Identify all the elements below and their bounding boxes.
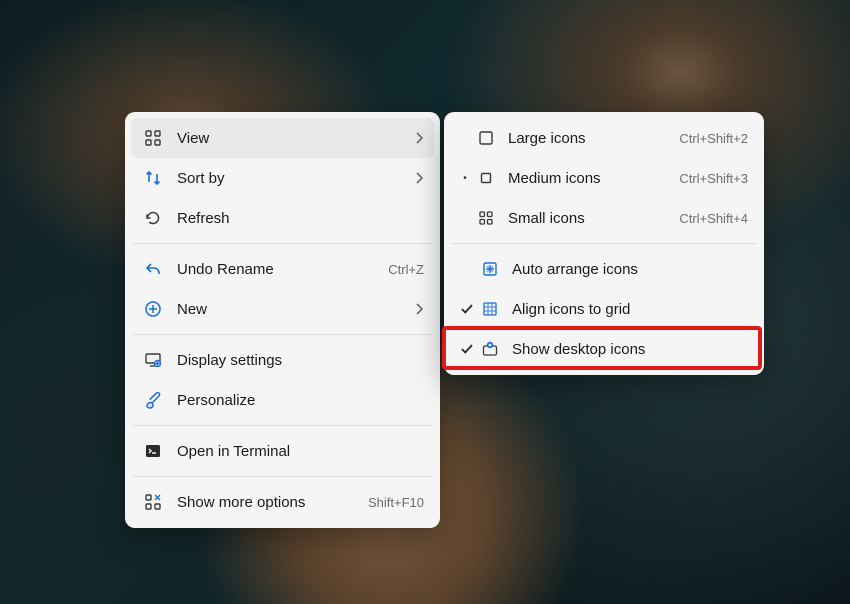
menu-separator xyxy=(133,425,432,426)
new-plus-icon xyxy=(143,299,163,319)
menu-item-label: Show desktop icons xyxy=(512,341,748,358)
menu-item-new[interactable]: New xyxy=(131,289,434,329)
menu-item-personalize[interactable]: Personalize xyxy=(131,380,434,420)
menu-item-label: Undo Rename xyxy=(177,261,378,278)
menu-separator xyxy=(133,243,432,244)
menu-item-label: Show more options xyxy=(177,494,358,511)
menu-item-shortcut: Ctrl+Shift+2 xyxy=(679,131,748,146)
view-grid-icon xyxy=(143,128,163,148)
menu-item-label: View xyxy=(177,130,404,147)
menu-item-shortcut: Ctrl+Z xyxy=(388,262,424,277)
sort-icon xyxy=(143,168,163,188)
menu-item-label: Display settings xyxy=(177,352,424,369)
submenu-item-auto-arrange[interactable]: Auto arrange icons xyxy=(450,249,758,289)
menu-item-shortcut: Shift+F10 xyxy=(368,495,424,510)
menu-item-label: New xyxy=(177,301,404,318)
menu-item-show-more-options[interactable]: Show more options Shift+F10 xyxy=(131,482,434,522)
chevron-right-icon xyxy=(414,303,424,315)
menu-item-refresh[interactable]: Refresh xyxy=(131,198,434,238)
personalize-brush-icon xyxy=(143,390,163,410)
terminal-icon xyxy=(143,441,163,461)
menu-item-label: Align icons to grid xyxy=(512,301,748,318)
menu-item-display-settings[interactable]: Display settings xyxy=(131,340,434,380)
submenu-item-small-icons[interactable]: Small icons Ctrl+Shift+4 xyxy=(450,198,758,238)
menu-item-shortcut: Ctrl+Shift+3 xyxy=(679,171,748,186)
menu-separator xyxy=(133,476,432,477)
submenu-item-show-desktop-icons[interactable]: Show desktop icons xyxy=(450,329,758,369)
auto-arrange-icon xyxy=(480,259,500,279)
menu-item-label: Refresh xyxy=(177,210,424,227)
undo-icon xyxy=(143,259,163,279)
submenu-item-align-to-grid[interactable]: Align icons to grid xyxy=(450,289,758,329)
large-icons-icon xyxy=(476,128,496,148)
menu-item-label: Sort by xyxy=(177,170,404,187)
menu-item-label: Personalize xyxy=(177,392,424,409)
submenu-item-medium-icons[interactable]: • Medium icons Ctrl+Shift+3 xyxy=(450,158,758,198)
display-settings-icon xyxy=(143,350,163,370)
menu-item-label: Small icons xyxy=(508,210,669,227)
menu-item-label: Open in Terminal xyxy=(177,443,424,460)
menu-item-shortcut: Ctrl+Shift+4 xyxy=(679,211,748,226)
menu-item-label: Medium icons xyxy=(508,170,669,187)
menu-item-sort-by[interactable]: Sort by xyxy=(131,158,434,198)
more-options-icon xyxy=(143,492,163,512)
refresh-icon xyxy=(143,208,163,228)
check-indicator xyxy=(458,342,476,356)
radio-indicator: • xyxy=(458,173,472,184)
desktop-context-menu: View Sort by Refresh xyxy=(125,112,440,528)
align-grid-icon xyxy=(480,299,500,319)
chevron-right-icon xyxy=(414,172,424,184)
desktop-icons-icon xyxy=(480,339,500,359)
menu-item-label: Auto arrange icons xyxy=(512,261,748,278)
chevron-right-icon xyxy=(414,132,424,144)
menu-item-undo-rename[interactable]: Undo Rename Ctrl+Z xyxy=(131,249,434,289)
view-submenu: Large icons Ctrl+Shift+2 • Medium icons … xyxy=(444,112,764,375)
small-icons-icon xyxy=(476,208,496,228)
menu-separator xyxy=(133,334,432,335)
menu-separator xyxy=(452,243,756,244)
menu-item-label: Large icons xyxy=(508,130,669,147)
check-indicator xyxy=(458,302,476,316)
menu-item-open-in-terminal[interactable]: Open in Terminal xyxy=(131,431,434,471)
menu-item-view[interactable]: View xyxy=(131,118,434,158)
submenu-item-large-icons[interactable]: Large icons Ctrl+Shift+2 xyxy=(450,118,758,158)
medium-icons-icon xyxy=(476,168,496,188)
